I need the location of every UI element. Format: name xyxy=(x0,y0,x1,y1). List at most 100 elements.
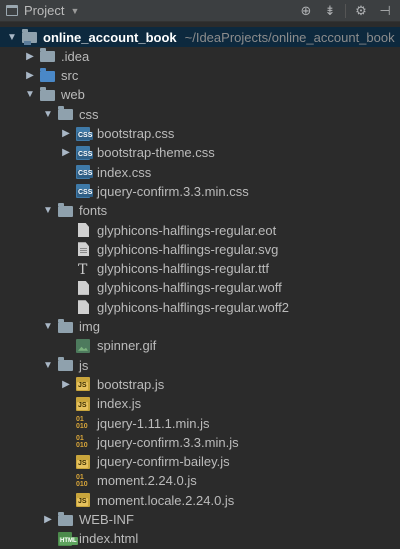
css-file-icon: CSS xyxy=(76,184,94,199)
tree-row[interactable]: ▼ js xyxy=(0,355,400,375)
tree-row[interactable]: ▶glyphicons-halflings-regular.eot xyxy=(0,220,400,240)
tree-row[interactable]: ▶ src xyxy=(0,66,400,86)
tree-item-label: index.css xyxy=(97,164,152,180)
tree-item-label: glyphicons-halflings-regular.svg xyxy=(97,241,279,257)
file-icon xyxy=(76,280,92,295)
tree-row[interactable]: ▶glyphicons-halflings-regular.woff2 xyxy=(0,297,400,317)
toolbar-divider xyxy=(345,3,346,18)
tree-item-label: moment.locale.2.24.0.js xyxy=(97,492,235,508)
collapsed-arrow-icon[interactable]: ▶ xyxy=(24,70,36,82)
expanded-arrow-icon[interactable]: ▼ xyxy=(42,205,54,217)
source-folder-icon xyxy=(40,67,56,83)
tree-item-label: online_account_book xyxy=(43,29,177,45)
expanded-arrow-icon[interactable]: ▼ xyxy=(42,359,54,371)
css-file-icon: CSS xyxy=(76,126,94,141)
tree-row[interactable]: ▶ CSS bootstrap-theme.css xyxy=(0,143,400,163)
project-icon xyxy=(6,5,18,16)
expanded-arrow-icon[interactable]: ▼ xyxy=(24,89,36,101)
tree-item-label: fonts xyxy=(79,203,108,219)
folder-icon xyxy=(58,357,74,372)
tree-item-label: glyphicons-halflings-regular.woff2 xyxy=(97,299,289,315)
image-file-icon xyxy=(76,338,92,353)
tree-row[interactable]: ▶CSSindex.css xyxy=(0,162,400,182)
hide-icon[interactable]: ⊣ xyxy=(376,2,394,20)
tree-row[interactable]: ▼ img xyxy=(0,317,400,337)
folder-icon xyxy=(58,318,74,334)
tree-item-label: bootstrap-theme.css xyxy=(97,145,215,161)
tree-row[interactable]: ▼ web xyxy=(0,85,400,105)
tree-row[interactable]: ▶ JS bootstrap.js xyxy=(0,374,400,394)
tree-row[interactable]: ▶JSindex.js xyxy=(0,394,400,414)
tree-item-label: jquery-1.11.1.min.js xyxy=(97,415,210,431)
tree-row[interactable]: ▶01010jquery-confirm.3.3.min.js xyxy=(0,432,400,452)
minified-js-file-icon: 01 010 xyxy=(76,473,88,488)
tree-row[interactable]: ▼ online_account_book ~/IdeaProjects/onlin… xyxy=(0,27,400,47)
tree-row[interactable]: ▶JSmoment.locale.2.24.0.js xyxy=(0,490,400,510)
tree-row[interactable]: ▶CSSjquery-confirm.3.3.min.css xyxy=(0,181,400,201)
tree-item-label: index.html xyxy=(79,531,139,547)
html-file-icon: HTML xyxy=(58,531,78,546)
tree-item-label: bootstrap.js xyxy=(97,376,165,392)
js-file-icon: JS xyxy=(76,454,92,469)
expanded-arrow-icon[interactable]: ▼ xyxy=(6,31,18,43)
tree-item-label: WEB-INF xyxy=(79,512,134,527)
gear-icon[interactable]: ⚙ xyxy=(352,2,370,20)
tree-item-label: bootstrap.css xyxy=(97,126,175,141)
collapse-icon[interactable]: ⇟ xyxy=(321,2,339,20)
collapsed-arrow-icon[interactable]: ▶ xyxy=(42,514,54,526)
tree-item-label: glyphicons-halflings-regular.woff xyxy=(97,280,282,296)
tree-row[interactable]: ▶Tglyphicons-halflings-regular.ttf xyxy=(0,259,400,279)
folder-icon xyxy=(58,106,74,121)
tree-row[interactable]: ▶spinner.gif xyxy=(0,336,400,356)
tree-item-label: moment.2.24.0.js xyxy=(97,473,197,489)
folder-icon xyxy=(40,48,56,63)
tree-item-label: glyphicons-halflings-regular.ttf xyxy=(97,261,269,277)
tree-item-label: js xyxy=(79,357,89,373)
tree-row[interactable]: ▶glyphicons-halflings-regular.svg xyxy=(0,239,400,259)
target-icon[interactable]: ⊕ xyxy=(297,2,315,20)
collapsed-arrow-icon[interactable]: ▶ xyxy=(60,378,72,390)
tree-row[interactable]: ▶ .idea xyxy=(0,46,400,66)
tree-item-label: glyphicons-halflings-regular.eot xyxy=(97,222,277,238)
tree-item-label: spinner.gif xyxy=(97,338,157,354)
project-tool-window-header: Project ▼ ⊕ ⇟ ⚙ ⊣ xyxy=(0,0,400,22)
tree-row[interactable]: ▶HTMLindex.html xyxy=(0,529,400,549)
tree-item-label: jquery-confirm.3.3.min.css xyxy=(97,183,249,199)
tree-item-label: jquery-confirm.3.3.min.js xyxy=(97,434,239,450)
js-file-icon: JS xyxy=(76,396,92,411)
folder-icon xyxy=(58,511,74,527)
project-path: ~/IdeaProjects/online_account_book xyxy=(184,29,395,45)
tree-item-label: src xyxy=(61,68,79,84)
collapsed-arrow-icon[interactable]: ▶ xyxy=(60,147,72,159)
file-icon xyxy=(76,223,92,237)
tree-item-label: img xyxy=(79,319,100,334)
tree-row[interactable]: ▶01010jquery-1.11.1.min.js xyxy=(0,413,400,433)
folder-icon xyxy=(40,86,56,102)
tree-row[interactable]: ▶JSjquery-confirm-bailey.js xyxy=(0,452,400,472)
project-view-title[interactable]: Project xyxy=(24,3,64,18)
tree-row[interactable]: ▼ css xyxy=(0,104,400,124)
tree-row[interactable]: ▶ CSS bootstrap.css xyxy=(0,124,400,144)
file-icon xyxy=(76,300,92,315)
collapsed-arrow-icon[interactable]: ▶ xyxy=(24,50,36,62)
tree-item-label: css xyxy=(79,106,99,122)
js-file-icon: JS xyxy=(76,377,92,392)
tree-row[interactable]: ▼ fonts xyxy=(0,201,400,221)
css-file-icon: CSS xyxy=(76,165,94,180)
tree-item-label: index.js xyxy=(97,396,142,412)
tree-row[interactable]: ▶ WEB-INF xyxy=(0,510,400,530)
module-folder-icon xyxy=(22,29,38,45)
minified-js-file-icon: 01 010 xyxy=(76,416,88,430)
tree-row[interactable]: ▶01010moment.2.24.0.js xyxy=(0,471,400,491)
tree-row[interactable]: ▶glyphicons-halflings-regular.woff xyxy=(0,278,400,298)
js-file-icon: JS xyxy=(76,493,92,508)
chevron-down-icon[interactable]: ▼ xyxy=(70,6,79,16)
text-file-icon xyxy=(76,242,92,257)
tree-item-label: web xyxy=(61,87,85,103)
minified-js-file-icon: 01 010 xyxy=(76,435,88,450)
expanded-arrow-icon[interactable]: ▼ xyxy=(42,321,54,333)
expanded-arrow-icon[interactable]: ▼ xyxy=(42,108,54,120)
collapsed-arrow-icon[interactable]: ▶ xyxy=(60,128,72,140)
tree-item-label: .idea xyxy=(61,48,90,64)
font-file-icon: T xyxy=(78,261,88,278)
